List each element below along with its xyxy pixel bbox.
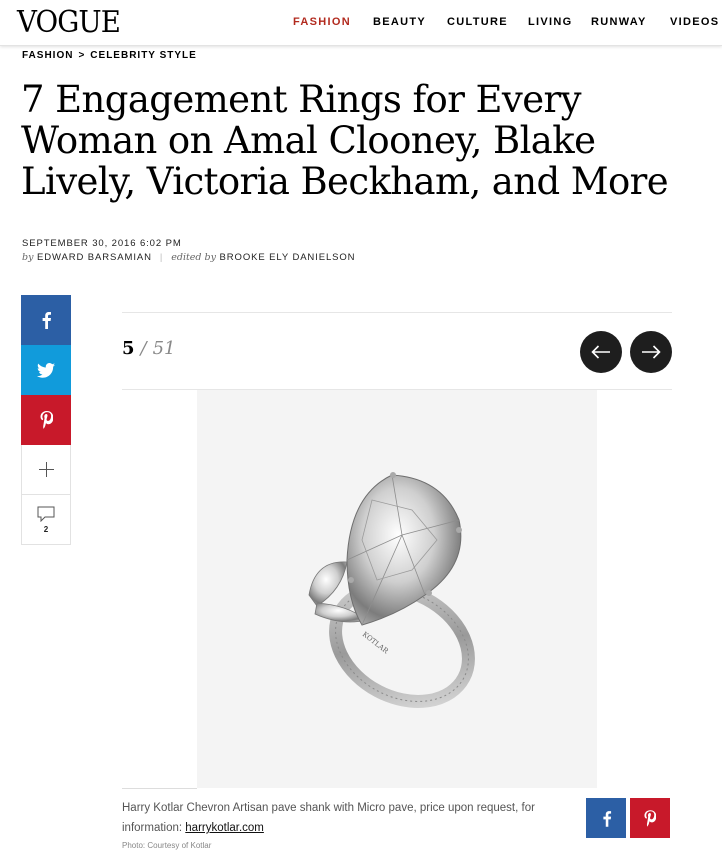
- nav-item-videos[interactable]: VIDEOS: [670, 16, 719, 28]
- comments-button[interactable]: 2: [21, 495, 71, 545]
- top-nav-bar: VOGUE FASHION BEAUTY CULTURE LIVING RUNW…: [0, 0, 722, 46]
- byline: by EDWARD BARSAMIAN | edited by BROOKE ELY…: [22, 252, 355, 263]
- comment-count: 2: [43, 524, 49, 534]
- comment-icon: [37, 506, 55, 522]
- caption-text: Harry Kotlar Chevron Artisan pave shank …: [122, 802, 535, 834]
- nav-item-beauty[interactable]: BEAUTY: [373, 16, 426, 28]
- breadcrumb: FASHION > CELEBRITY STYLE: [22, 50, 197, 61]
- by-label: by: [22, 252, 34, 263]
- more-share-button[interactable]: [21, 445, 71, 495]
- plus-icon: [38, 462, 54, 477]
- breadcrumb-fashion[interactable]: FASHION: [22, 50, 73, 61]
- byline-divider: |: [159, 252, 164, 263]
- arrow-right-icon: [642, 345, 661, 359]
- article-title: 7 Engagement Rings for Every Woman on Am…: [21, 78, 669, 203]
- facebook-icon: [42, 312, 51, 329]
- slide-image[interactable]: KOTLAR: [197, 390, 597, 788]
- photo-credit: Photo: Courtesy of Kotlar: [122, 841, 212, 850]
- breadcrumb-celebrity-style[interactable]: CELEBRITY STYLE: [90, 50, 197, 61]
- slide-counter: 5/51: [122, 338, 176, 359]
- facebook-icon: [602, 810, 611, 827]
- nav-item-fashion[interactable]: FASHION: [293, 16, 351, 28]
- nav-item-culture[interactable]: CULTURE: [447, 16, 508, 28]
- current-slide-number: 5: [122, 338, 135, 359]
- main-nav: FASHION BEAUTY CULTURE LIVING RUNWAY VID…: [0, 16, 722, 30]
- editor-link[interactable]: BROOKE ELY DANIELSON: [220, 252, 356, 263]
- publish-date: SEPTEMBER 30, 2016 6:02 PM: [22, 238, 182, 249]
- pinterest-icon: [40, 411, 53, 429]
- pinterest-icon: [644, 809, 656, 827]
- slideshow-divider-top: [122, 312, 672, 313]
- arrow-left-icon: [591, 345, 610, 359]
- caption-link[interactable]: harrykotlar.com: [185, 822, 264, 834]
- caption-facebook-share-button[interactable]: [586, 798, 626, 838]
- nav-item-runway[interactable]: RUNWAY: [591, 16, 647, 28]
- edited-by-label: edited by: [171, 252, 216, 263]
- breadcrumb-separator: >: [78, 50, 86, 61]
- next-slide-button[interactable]: [630, 331, 672, 373]
- twitter-icon: [37, 362, 55, 378]
- twitter-share-button[interactable]: [21, 345, 71, 395]
- total-slides-number: 51: [152, 338, 176, 359]
- engagement-ring-image: KOTLAR: [308, 472, 475, 708]
- share-sidebar: 2: [21, 295, 71, 545]
- slide-counter-separator: /: [140, 338, 147, 359]
- slide-caption: Harry Kotlar Chevron Artisan pave shank …: [122, 798, 572, 838]
- caption-pinterest-share-button[interactable]: [630, 798, 670, 838]
- ring-engraving-text: KOTLAR: [361, 630, 390, 655]
- previous-slide-button[interactable]: [580, 331, 622, 373]
- article-meta: SEPTEMBER 30, 2016 6:02 PM by EDWARD BAR…: [22, 238, 355, 263]
- nav-item-living[interactable]: LIVING: [528, 16, 572, 28]
- facebook-share-button[interactable]: [21, 295, 71, 345]
- author-link[interactable]: EDWARD BARSAMIAN: [37, 252, 152, 263]
- caption-divider: [122, 788, 197, 789]
- pinterest-share-button[interactable]: [21, 395, 71, 445]
